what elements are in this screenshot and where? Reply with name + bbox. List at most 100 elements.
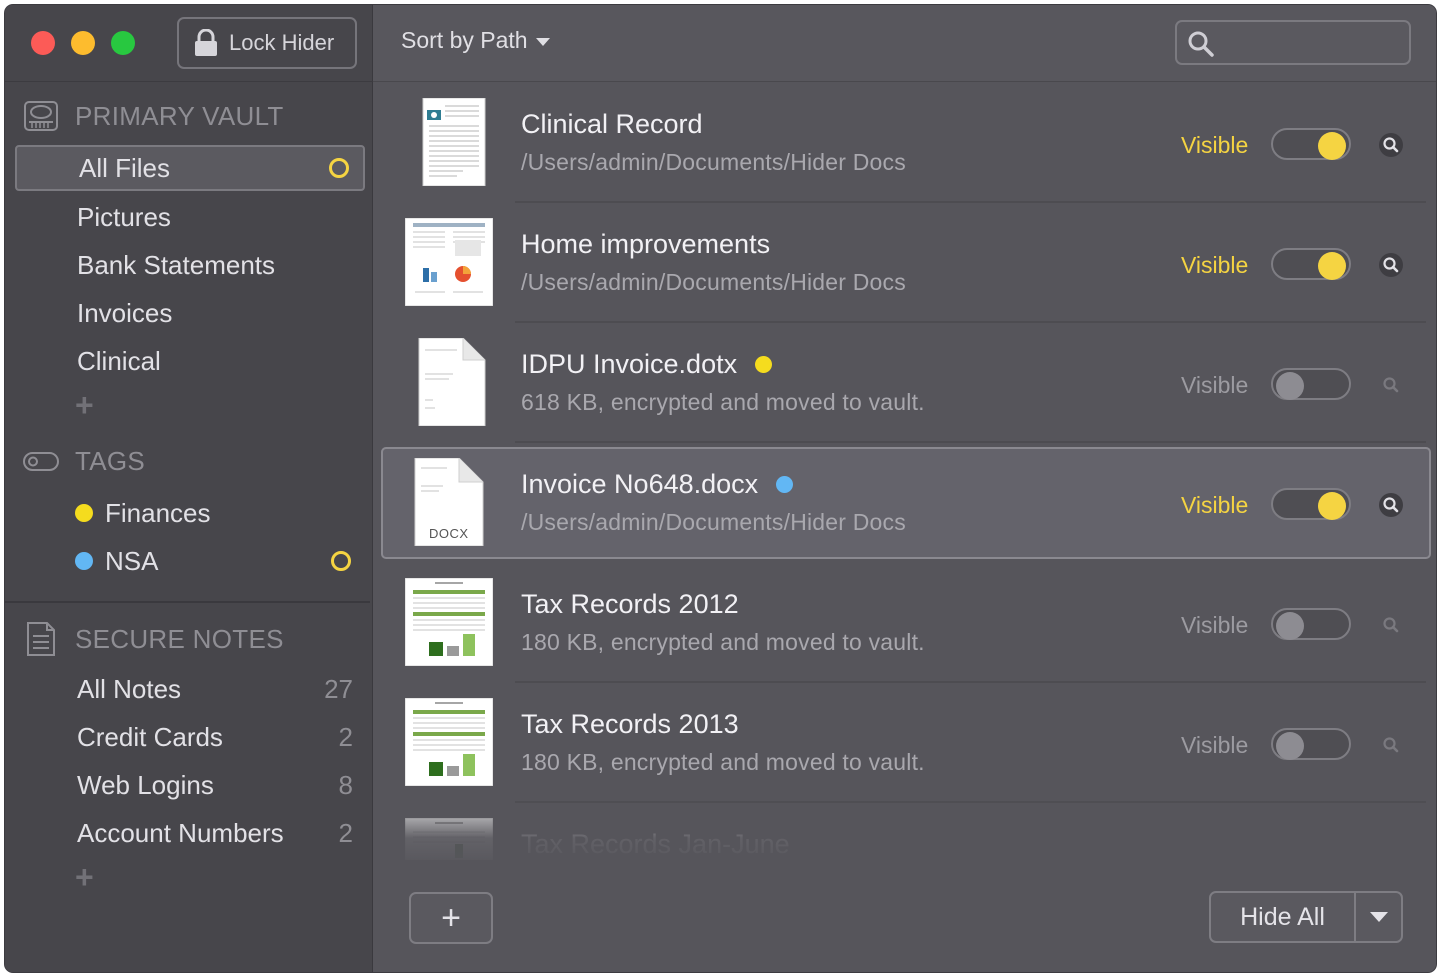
sidebar-tag-nsa[interactable]: NSA [15, 538, 365, 584]
zoom-window-button[interactable] [111, 31, 135, 55]
lock-hider-button[interactable]: Lock Hider [177, 17, 357, 69]
sidebar-item-label: Clinical [77, 345, 161, 376]
reveal-in-finder-icon [1379, 733, 1403, 757]
file-name: Tax Records 2012 [521, 589, 739, 620]
sidebar-item-bank-statements[interactable]: Bank Statements [15, 242, 365, 288]
note-count: 27 [324, 673, 353, 704]
docx-icon: DOCX [413, 457, 501, 547]
note-document-icon [27, 622, 55, 656]
sort-dropdown[interactable]: Sort by Path [401, 27, 550, 54]
visibility-toggle[interactable] [1271, 368, 1351, 400]
reveal-in-finder-icon[interactable] [1379, 493, 1403, 517]
spreadsheet-icon [404, 697, 494, 787]
hide-all-label: Hide All [1240, 902, 1325, 931]
sidebar-item-all-files[interactable]: All Files [15, 145, 365, 191]
toggle-knob [1276, 612, 1304, 640]
tags-label: TAGS [75, 445, 146, 476]
blue-tag-dot-icon [75, 552, 93, 570]
file-path: /Users/admin/Documents/Hider Docs [521, 269, 906, 295]
main-panel: Sort by Path Clinical Record /Users/admi… [373, 5, 1436, 972]
sidebar-item-label: All Notes [77, 673, 182, 704]
sidebar-tag-finances[interactable]: Finances [15, 490, 365, 536]
file-row-clinical-record[interactable]: Clinical Record /Users/admin/Documents/H… [373, 83, 1436, 203]
file-name: Invoice No648.docx [521, 469, 794, 500]
add-note-plus-icon[interactable]: + [75, 861, 94, 893]
visibility-toggle[interactable] [1271, 248, 1351, 280]
sidebar-item-account-numbers[interactable]: Account Numbers 2 [15, 810, 365, 856]
visibility-label: Visible [1181, 732, 1249, 758]
file-name-text: Invoice No648.docx [521, 469, 759, 499]
reveal-in-finder-icon[interactable] [1379, 133, 1403, 157]
tags-heading: TAGS [23, 443, 145, 479]
file-row-home-improvements[interactable]: Home improvements /Users/admin/Documents… [373, 203, 1436, 323]
yellow-tag-dot-icon [755, 356, 773, 373]
search-icon [1188, 31, 1214, 57]
sidebar-divider [5, 601, 370, 603]
sidebar: Lock Hider PRIMARY VAULT All Files Pictu… [5, 5, 373, 972]
note-count: 8 [338, 769, 353, 800]
selected-ring-icon [331, 551, 351, 571]
plus-icon: + [441, 898, 461, 937]
visibility-toggle[interactable] [1271, 488, 1351, 520]
file-list: Clinical Record /Users/admin/Documents/H… [373, 83, 1436, 860]
sidebar-item-pictures[interactable]: Pictures [15, 194, 365, 240]
sidebar-item-clinical[interactable]: Clinical [15, 338, 365, 384]
reveal-in-finder-icon[interactable] [1379, 253, 1403, 277]
primary-vault-label: PRIMARY VAULT [75, 100, 284, 131]
padlock-icon [195, 29, 217, 56]
row-separator [515, 441, 1426, 443]
file-name-text: Tax Records 2013 [521, 709, 739, 739]
search-input[interactable] [1221, 28, 1401, 58]
spreadsheet-icon [404, 817, 494, 860]
file-row-idpu-invoice[interactable]: IDPU Invoice.dotx 618 KB, encrypted and … [373, 323, 1436, 443]
hard-drive-icon [24, 101, 58, 131]
sidebar-item-label: Invoices [77, 297, 173, 328]
reveal-in-finder-icon [1379, 613, 1403, 637]
sidebar-item-credit-cards[interactable]: Credit Cards 2 [15, 714, 365, 760]
file-row-tax-records-2012[interactable]: Tax Records 2012 180 KB, encrypted and m… [373, 563, 1436, 683]
file-row-tax-records-jan-june[interactable]: Tax Records Jan-June [373, 803, 1436, 860]
file-name-text: Clinical Record [521, 109, 703, 139]
main-toolbar: Sort by Path [373, 5, 1436, 82]
tag-label: NSA [105, 545, 159, 576]
add-folder-plus-icon[interactable]: + [75, 389, 94, 421]
hide-all-button-group: Hide All [1209, 891, 1403, 943]
hide-all-dropdown[interactable] [1356, 893, 1401, 941]
file-detail: 180 KB, encrypted and moved to vault. [521, 629, 925, 655]
sidebar-item-label: Account Numbers [77, 817, 284, 848]
sidebar-item-all-notes[interactable]: All Notes 27 [15, 666, 365, 712]
chevron-down-icon [535, 38, 550, 46]
reveal-in-finder-icon [1379, 373, 1403, 397]
sidebar-item-invoices[interactable]: Invoices [15, 290, 365, 336]
close-window-button[interactable] [31, 31, 55, 55]
visibility-toggle[interactable] [1271, 128, 1351, 160]
add-file-button[interactable]: + [409, 892, 493, 944]
file-name: Tax Records Jan-June [521, 829, 790, 860]
secure-notes-label: SECURE NOTES [75, 623, 284, 654]
form-icon [413, 97, 501, 187]
visibility-toggle[interactable] [1271, 608, 1351, 640]
file-name-text: Home improvements [521, 229, 771, 259]
toggle-knob [1318, 252, 1346, 280]
toggle-knob [1318, 492, 1346, 520]
file-row-tax-records-2013[interactable]: Tax Records 2013 180 KB, encrypted and m… [373, 683, 1436, 803]
visibility-label: Visible [1181, 372, 1249, 398]
minimize-window-button[interactable] [71, 31, 95, 55]
sidebar-item-web-logins[interactable]: Web Logins 8 [15, 762, 365, 808]
file-detail: 618 KB, encrypted and moved to vault. [521, 389, 925, 415]
file-row-invoice-no648[interactable]: DOCX Invoice No648.docx /Users/admin/Doc… [381, 447, 1431, 559]
hide-all-button[interactable]: Hide All [1211, 893, 1356, 941]
sidebar-titlebar: Lock Hider [5, 5, 373, 82]
sort-label: Sort by Path [401, 27, 528, 53]
search-field[interactable] [1175, 20, 1411, 65]
sidebar-item-label: Pictures [77, 201, 171, 232]
visibility-label: Visible [1181, 132, 1249, 158]
file-name: Clinical Record [521, 109, 703, 140]
lock-hider-label: Lock Hider [229, 30, 335, 55]
visibility-label: Visible [1181, 252, 1249, 278]
visibility-toggle[interactable] [1271, 728, 1351, 760]
sidebar-item-label: All Files [79, 152, 171, 183]
file-detail: 180 KB, encrypted and moved to vault. [521, 749, 925, 775]
file-name-text: IDPU Invoice.dotx [521, 349, 738, 379]
toggle-knob [1276, 372, 1304, 400]
